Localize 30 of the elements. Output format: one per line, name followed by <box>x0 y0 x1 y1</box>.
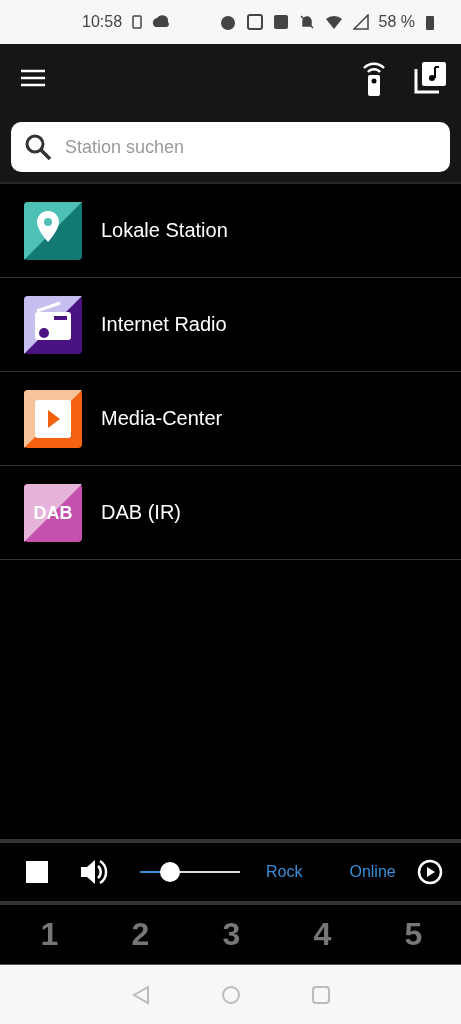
cloud-icon <box>152 15 171 29</box>
phone-icon <box>132 15 143 29</box>
battery-icon <box>425 14 435 30</box>
source-list-item[interactable]: DAB DAB (IR) <box>0 466 461 560</box>
dab-logo-icon: DAB <box>24 483 82 542</box>
wifi-icon <box>324 14 343 30</box>
radio-icon <box>24 295 82 354</box>
music-library-button[interactable] <box>413 61 447 95</box>
preset-button[interactable]: 4 <box>292 915 353 954</box>
source-list-item[interactable]: Lokale Station <box>0 184 461 278</box>
search-icon <box>23 132 53 162</box>
play-icon <box>24 389 82 448</box>
station-tag: Online <box>349 863 396 881</box>
preset-button[interactable]: 3 <box>201 915 262 954</box>
signal-icon <box>352 14 369 30</box>
station-tag: Rock <box>266 863 303 881</box>
play-button[interactable] <box>417 859 443 885</box>
battery-percent: 58 % <box>378 13 415 31</box>
preset-button[interactable]: 2 <box>110 915 171 954</box>
slider-thumb[interactable] <box>160 862 180 882</box>
preset-button[interactable]: 1 <box>19 915 80 954</box>
status-time: 10:58 <box>82 13 123 31</box>
source-list-item[interactable]: Media-Center <box>0 372 461 466</box>
menu-button[interactable] <box>20 68 46 88</box>
location-pin-icon <box>24 201 82 260</box>
preset-button[interactable]: 5 <box>383 915 444 954</box>
bell-muted-icon <box>298 14 315 30</box>
volume-button[interactable] <box>80 858 110 886</box>
source-list-item[interactable]: Internet Radio <box>0 278 461 372</box>
search-bar[interactable]: Station suchen <box>11 122 450 172</box>
